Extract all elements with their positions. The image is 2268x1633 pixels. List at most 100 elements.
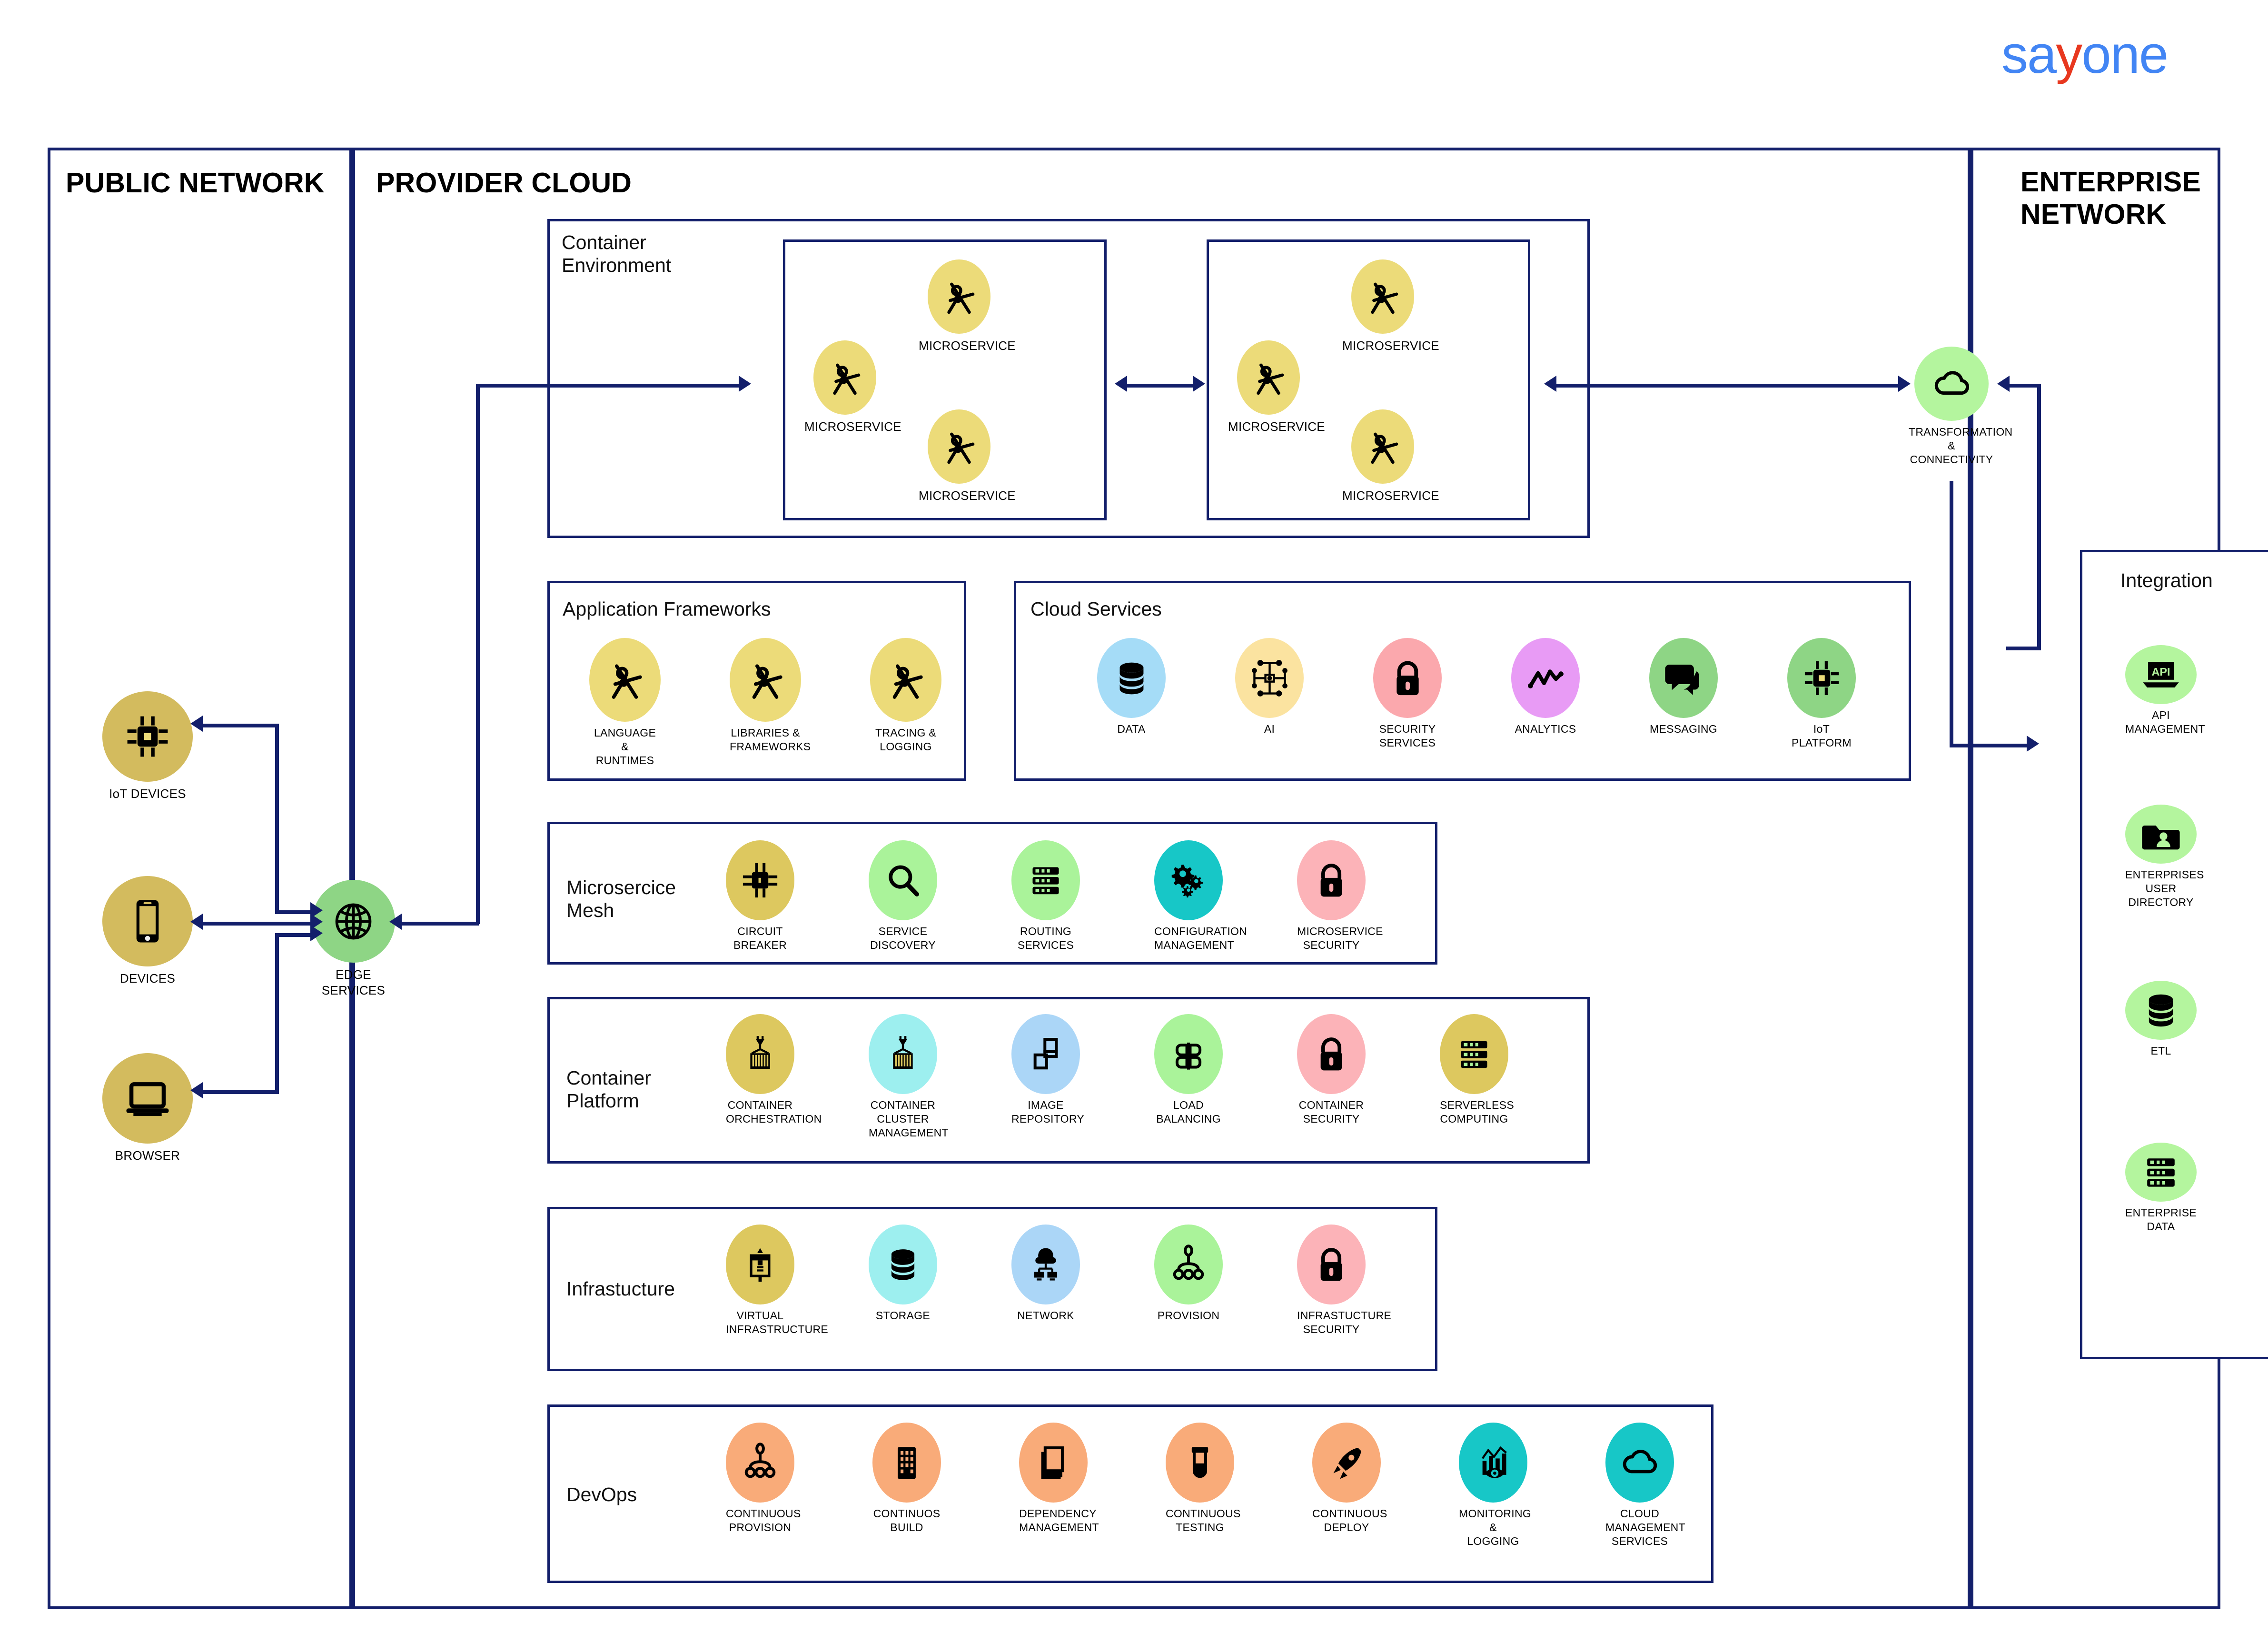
node-label: LIBRARIES & FRAMEWORKS [730, 727, 811, 753]
node-infrastructure-4[interactable]: PROVISION [1154, 1225, 1223, 1323]
node-integration-3[interactable]: ETL [2125, 981, 2197, 1058]
node-edge-services[interactable]: EDGE SERVICES [312, 880, 395, 998]
node-integration-1[interactable]: API API MANAGEMENT [2125, 645, 2205, 736]
node-mesh-1[interactable]: CIRCUIT BREAKER [726, 840, 794, 952]
compass-divider-icon [928, 259, 990, 334]
node-container-platform-1[interactable]: CONTAINER ORCHESTRATION [726, 1014, 822, 1126]
node-label: IMAGE REPOSITORY [1011, 1099, 1084, 1125]
node-devops-4[interactable]: CONTINUOUS TESTING [1166, 1423, 1240, 1534]
node-label: MICROSERVICE SECURITY [1297, 925, 1383, 951]
speech-bubbles-icon [1649, 638, 1718, 718]
node-devops-1[interactable]: CONTINUOUS PROVISION [726, 1423, 801, 1534]
padlock-icon [1373, 638, 1442, 718]
compass-divider-icon [730, 638, 801, 722]
node-cloud-service-4[interactable]: ANALYTICS [1511, 638, 1580, 736]
node-label: ENTERPRISES USER DIRECTORY [2125, 868, 2204, 908]
node-microservice-b2[interactable]: MICROSERVICE [1342, 259, 1439, 353]
test-tube-icon [1166, 1423, 1234, 1503]
node-label: ROUTING SERVICES [1017, 925, 1074, 951]
node-cloud-service-6[interactable]: IoT PLATFORM [1787, 638, 1856, 750]
arrow-to-browser [190, 1082, 203, 1098]
node-mesh-3[interactable]: ROUTING SERVICES [1011, 840, 1080, 952]
node-microservice-b3[interactable]: MICROSERVICE [1342, 409, 1439, 503]
node-microservice-a2[interactable]: MICROSERVICE [919, 259, 1016, 353]
node-devops-2[interactable]: CONTINUOS BUILD [872, 1423, 941, 1534]
node-label: INFRASTUCTURE SECURITY [1297, 1309, 1392, 1335]
connector-iot-riser [275, 724, 279, 914]
node-label: BROWSER [115, 1148, 180, 1163]
arrow-to-iot-devices [190, 716, 203, 732]
node-label: CIRCUIT BREAKER [733, 925, 787, 951]
node-label: CLOUD MANAGEMENT SERVICES [1605, 1507, 1685, 1547]
node-integration-4[interactable]: ENTERPRISE DATA [2125, 1143, 2197, 1234]
node-devops-5[interactable]: CONTINUOUS DEPLOY [1312, 1423, 1387, 1534]
arrow-to-integration [2027, 736, 2039, 752]
compass-divider-icon [1237, 340, 1300, 415]
node-label: LANGUAGE & RUNTIMES [594, 727, 656, 767]
node-iot-devices[interactable]: IoT DEVICES [102, 691, 193, 802]
connector-group-a-b [1123, 384, 1195, 388]
node-mesh-5[interactable]: MICROSERVICE SECURITY [1297, 840, 1383, 952]
logo-text-y: y [2056, 25, 2082, 84]
node-mesh-4[interactable]: CONFIGURATION MANAGEMENT [1154, 840, 1248, 952]
devops-box [547, 1404, 1713, 1583]
container-platform-label: Container Platform [566, 1067, 651, 1112]
svg-text:API: API [2152, 666, 2170, 678]
node-app-framework-2[interactable]: LIBRARIES & FRAMEWORKS [730, 638, 811, 754]
node-infrastructure-5[interactable]: INFRASTUCTURE SECURITY [1297, 1225, 1392, 1336]
node-app-framework-1[interactable]: LANGUAGE & RUNTIMES [589, 638, 661, 767]
node-app-framework-3[interactable]: TRACING & LOGGING [870, 638, 941, 754]
blocks-stack-icon [1011, 1014, 1080, 1094]
server-rack-icon [1011, 840, 1080, 920]
node-label: STORAGE [875, 1309, 931, 1322]
node-cloud-service-1[interactable]: DATA [1097, 638, 1166, 736]
node-label: CONFIGURATION MANAGEMENT [1154, 925, 1248, 951]
server-rack-icon [2125, 1143, 2197, 1202]
circuit-chip-icon [726, 840, 794, 920]
provision-hierarchy-icon [726, 1423, 794, 1503]
node-container-platform-5[interactable]: CONTAINER SECURITY [1297, 1014, 1366, 1126]
database-icon [2125, 981, 2197, 1040]
node-microservice-a1[interactable]: MICROSERVICE [804, 340, 901, 434]
node-label: CONTAINER CLUSTER MANAGEMENT [869, 1099, 949, 1139]
node-infrastructure-3[interactable]: NETWORK [1011, 1225, 1080, 1323]
node-label: PROVISION [1157, 1309, 1220, 1322]
node-container-platform-3[interactable]: IMAGE REPOSITORY [1011, 1014, 1084, 1126]
node-infrastructure-2[interactable]: STORAGE [869, 1225, 937, 1323]
integration-label: Integration [2120, 569, 2213, 591]
node-container-platform-6[interactable]: SERVERLESS COMPUTING [1440, 1014, 1514, 1126]
node-devops-7[interactable]: CLOUD MANAGEMENT SERVICES [1605, 1423, 1685, 1548]
node-transformation-connectivity[interactable]: TRANSFORMATION & CONNECTIVITY [1909, 347, 2013, 467]
node-devices[interactable]: DEVICES [102, 876, 193, 986]
node-cloud-service-2[interactable]: AI [1235, 638, 1304, 736]
arrow-to-devices [190, 914, 203, 930]
node-container-platform-4[interactable]: LOAD BALANCING [1154, 1014, 1223, 1126]
node-label: MICROSERVICE [919, 488, 1016, 503]
node-label: VIRTUAL INFRASTRUCTURE [726, 1309, 829, 1335]
arrow-transformation-to-container [1544, 376, 1556, 392]
node-label: TRANSFORMATION & CONNECTIVITY [1909, 426, 2013, 466]
node-microservice-b1[interactable]: MICROSERVICE [1228, 340, 1325, 434]
user-folder-icon [2125, 805, 2197, 864]
load-balancer-icon [1154, 1014, 1223, 1094]
node-devops-3[interactable]: DEPENDENCY MANAGEMENT [1019, 1423, 1099, 1534]
server-rack-icon [1440, 1014, 1508, 1094]
node-container-platform-2[interactable]: CONTAINER CLUSTER MANAGEMENT [869, 1014, 949, 1140]
connector-browser-riser [275, 933, 279, 1094]
node-mesh-2[interactable]: SERVICE DISCOVERY [869, 840, 937, 952]
node-cloud-service-5[interactable]: MESSAGING [1649, 638, 1718, 736]
node-label: MICROSERVICE [804, 419, 901, 434]
node-cloud-service-3[interactable]: SECURITY SERVICES [1373, 638, 1442, 750]
node-integration-2[interactable]: ENTERPRISES USER DIRECTORY [2125, 805, 2204, 909]
network-tree-icon [1011, 1225, 1080, 1304]
devops-label: DevOps [566, 1484, 637, 1505]
connector-edge-to-container [476, 384, 743, 388]
node-label: LOAD BALANCING [1156, 1099, 1221, 1125]
node-microservice-a3[interactable]: MICROSERVICE [919, 409, 1016, 503]
node-browser[interactable]: BROWSER [102, 1053, 193, 1164]
node-infrastructure-1[interactable]: VIRTUAL INFRASTRUCTURE [726, 1225, 829, 1336]
compass-divider-icon [1351, 409, 1414, 484]
provision-hierarchy-icon [1154, 1225, 1223, 1304]
node-devops-6[interactable]: MONITORING & LOGGING [1459, 1423, 1531, 1548]
laptop-icon [102, 1053, 193, 1144]
